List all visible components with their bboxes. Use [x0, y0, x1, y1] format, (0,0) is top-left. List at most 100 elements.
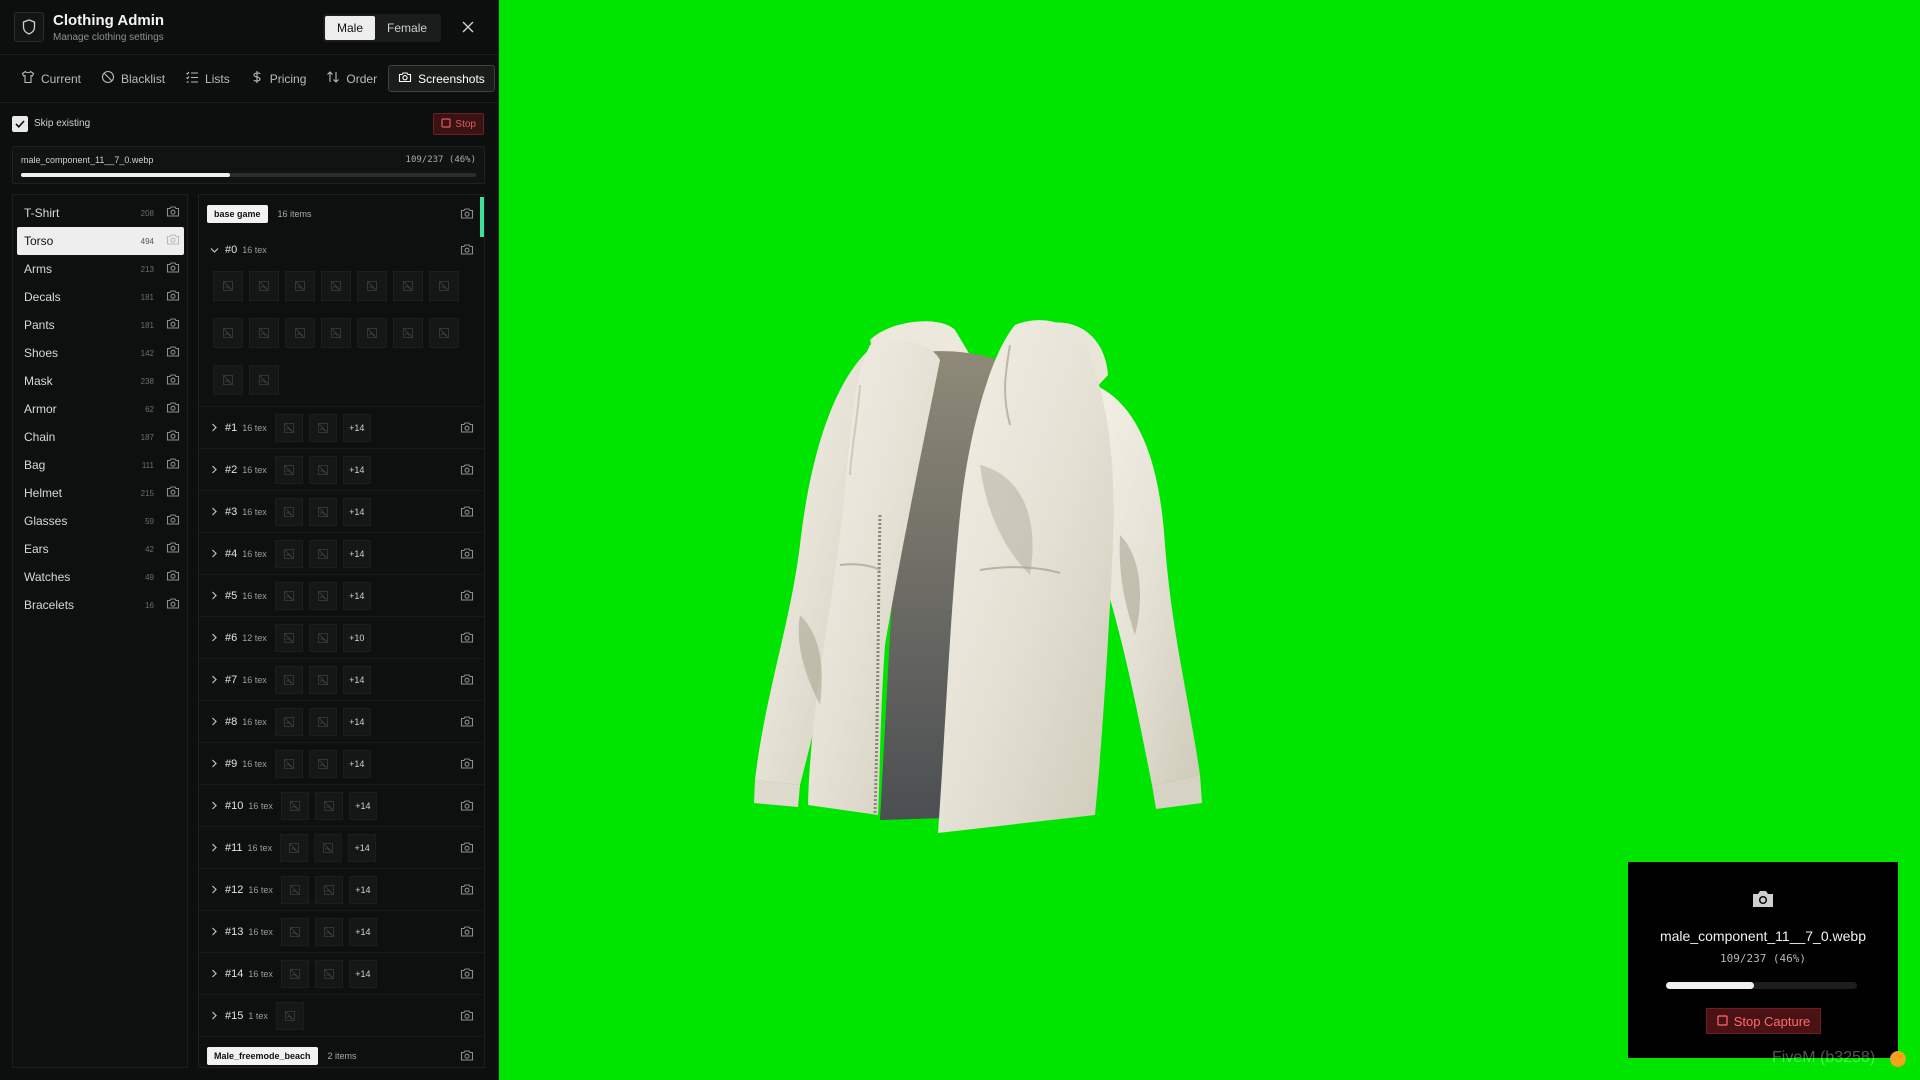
texture-thumbnail[interactable]	[314, 875, 343, 904]
item-row[interactable]: #15 1 tex	[199, 995, 484, 1037]
camera-icon[interactable]	[460, 925, 474, 943]
tab-current[interactable]: Current	[12, 65, 90, 92]
camera-icon[interactable]	[460, 207, 474, 225]
item-row[interactable]: #4 16 tex +14	[199, 533, 484, 575]
tab-pricing[interactable]: Pricing	[241, 65, 316, 92]
camera-icon[interactable]	[166, 401, 180, 419]
category-item-chain[interactable]: Chain 187	[17, 423, 184, 451]
camera-icon[interactable]	[166, 261, 180, 279]
camera-icon[interactable]	[460, 631, 474, 649]
more-textures-badge[interactable]: +14	[342, 539, 371, 568]
camera-icon[interactable]	[460, 547, 474, 565]
chevron-down-icon[interactable]	[207, 247, 221, 254]
category-item-glasses[interactable]: Glasses 59	[17, 507, 184, 535]
texture-thumbnail[interactable]	[280, 791, 309, 820]
texture-thumbnail[interactable]	[308, 413, 337, 442]
more-textures-badge[interactable]: +14	[348, 791, 377, 820]
texture-thumbnail[interactable]	[280, 959, 309, 988]
chevron-right-icon[interactable]	[207, 969, 221, 978]
chevron-right-icon[interactable]	[207, 549, 221, 558]
chevron-right-icon[interactable]	[207, 843, 221, 852]
category-item-armor[interactable]: Armor 62	[17, 395, 184, 423]
camera-icon[interactable]	[166, 597, 180, 615]
item-row[interactable]: #3 16 tex +14	[199, 491, 484, 533]
stop-button[interactable]: Stop	[433, 113, 484, 135]
texture-thumbnail[interactable]	[285, 271, 315, 301]
texture-thumbnail[interactable]	[213, 365, 243, 395]
camera-icon[interactable]	[166, 289, 180, 307]
item-row[interactable]: #10 16 tex +14	[199, 785, 484, 827]
gender-female-button[interactable]: Female	[375, 16, 439, 40]
more-textures-badge[interactable]: +14	[342, 413, 371, 442]
texture-thumbnail[interactable]	[280, 833, 309, 862]
item-row[interactable]: #7 16 tex +14	[199, 659, 484, 701]
more-textures-badge[interactable]: +14	[342, 707, 371, 736]
texture-thumbnail[interactable]	[274, 539, 303, 568]
category-item-shoes[interactable]: Shoes 142	[17, 339, 184, 367]
camera-icon[interactable]	[460, 1049, 474, 1067]
gender-male-button[interactable]: Male	[325, 16, 376, 40]
more-textures-badge[interactable]: +14	[342, 665, 371, 694]
chevron-right-icon[interactable]	[207, 633, 221, 642]
chevron-right-icon[interactable]	[207, 927, 221, 936]
camera-icon[interactable]	[166, 457, 180, 475]
chevron-right-icon[interactable]	[207, 423, 221, 432]
category-item-pants[interactable]: Pants 181	[17, 311, 184, 339]
chevron-right-icon[interactable]	[207, 717, 221, 726]
chevron-right-icon[interactable]	[207, 591, 221, 600]
camera-icon[interactable]	[166, 429, 180, 447]
camera-icon[interactable]	[460, 505, 474, 523]
camera-icon[interactable]	[166, 205, 180, 223]
texture-thumbnail[interactable]	[321, 271, 351, 301]
texture-thumbnail[interactable]	[308, 581, 337, 610]
category-item-decals[interactable]: Decals 181	[17, 283, 184, 311]
camera-icon[interactable]	[460, 421, 474, 439]
stop-capture-button[interactable]: Stop Capture	[1706, 1008, 1821, 1034]
more-textures-badge[interactable]: +10	[342, 623, 371, 652]
texture-thumbnail[interactable]	[280, 875, 309, 904]
camera-icon[interactable]	[460, 589, 474, 607]
texture-thumbnail[interactable]	[280, 917, 309, 946]
category-item-watches[interactable]: Watches 49	[17, 563, 184, 591]
camera-icon[interactable]	[460, 967, 474, 985]
texture-thumbnail[interactable]	[249, 318, 279, 348]
category-item-mask[interactable]: Mask 238	[17, 367, 184, 395]
category-item-bracelets[interactable]: Bracelets 16	[17, 591, 184, 619]
camera-icon[interactable]	[166, 345, 180, 363]
group-name-badge[interactable]: Male_freemode_beach	[207, 1047, 318, 1065]
texture-thumbnail[interactable]	[314, 833, 343, 862]
texture-thumbnail[interactable]	[308, 623, 337, 652]
camera-icon[interactable]	[460, 883, 474, 901]
texture-thumbnail[interactable]	[213, 318, 243, 348]
tab-order[interactable]: Order	[317, 65, 386, 92]
camera-icon[interactable]	[460, 715, 474, 733]
texture-thumbnail[interactable]	[274, 497, 303, 526]
texture-thumbnail[interactable]	[308, 749, 337, 778]
tab-screenshots[interactable]: Screenshots	[388, 65, 495, 92]
expanded-item-header[interactable]: #0 16 tex	[199, 233, 484, 267]
chevron-right-icon[interactable]	[207, 1011, 221, 1020]
texture-thumbnail[interactable]	[249, 365, 279, 395]
texture-thumbnail[interactable]	[321, 318, 351, 348]
camera-icon[interactable]	[166, 485, 180, 503]
camera-icon[interactable]	[460, 757, 474, 775]
skip-existing-checkbox[interactable]	[12, 116, 28, 132]
chevron-right-icon[interactable]	[207, 759, 221, 768]
more-textures-badge[interactable]: +14	[342, 749, 371, 778]
chevron-right-icon[interactable]	[207, 465, 221, 474]
item-row[interactable]: #8 16 tex +14	[199, 701, 484, 743]
close-icon[interactable]	[458, 17, 478, 37]
texture-thumbnail[interactable]	[274, 581, 303, 610]
camera-icon[interactable]	[166, 317, 180, 335]
item-row[interactable]: #9 16 tex +14	[199, 743, 484, 785]
category-item-helmet[interactable]: Helmet 215	[17, 479, 184, 507]
chevron-right-icon[interactable]	[207, 507, 221, 516]
camera-icon[interactable]	[166, 233, 180, 251]
category-item-bag[interactable]: Bag 111	[17, 451, 184, 479]
item-row[interactable]: #2 16 tex +14	[199, 449, 484, 491]
texture-thumbnail[interactable]	[308, 707, 337, 736]
camera-icon[interactable]	[460, 673, 474, 691]
item-row[interactable]: #11 16 tex +14	[199, 827, 484, 869]
texture-thumbnail[interactable]	[285, 318, 315, 348]
texture-thumbnail[interactable]	[274, 749, 303, 778]
